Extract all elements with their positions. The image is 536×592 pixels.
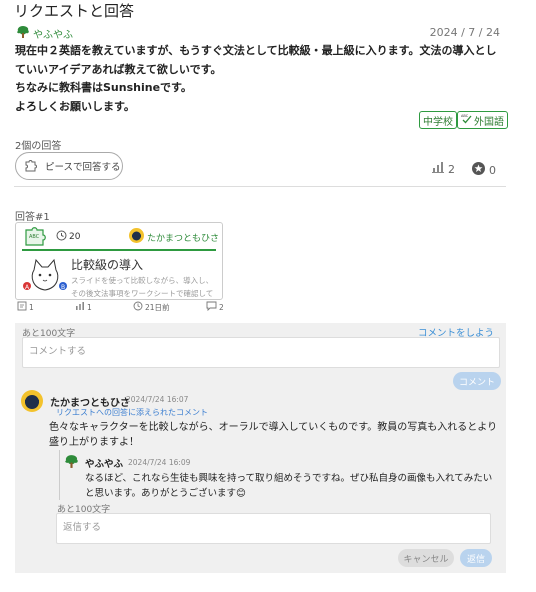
card-title: 比較級の導入 [71, 258, 144, 272]
request-author-name: やふやふ [33, 30, 73, 41]
card-description: スライドを使って比較しながら、導入し、その後文法事項をワークシートで確認していき… [71, 276, 214, 298]
card-stat-comments: 1 [17, 301, 34, 313]
request-body: 現在中２英語を教えていますが、もうすぐ文法として比較級・最上級に入ります。文法の… [15, 42, 505, 116]
card-stat-replies: 2 [206, 301, 224, 313]
request-line: 現在中２英語を教えていますが、もうすぐ文法として比較級・最上級に入ります。文法の… [15, 44, 497, 76]
comment-date: 2024/7/24 16:07 [126, 395, 189, 404]
reply-input[interactable]: 返信する [56, 513, 491, 544]
chat-icon [206, 301, 217, 313]
card-stat-time: 21日前 [133, 301, 170, 313]
answer-label: 回答#1 [15, 212, 50, 223]
comment-body: 色々なキャラクターを比較しながら、オーラルで導入していくものです。教員の写真も入… [49, 422, 498, 448]
timer-value: 20 [69, 232, 81, 242]
tag-foreign-language[interactable]: ABC 外国語 [457, 111, 508, 129]
card-author[interactable]: たかまつともひさ [129, 228, 219, 246]
cancel-button[interactable]: キャンセル [398, 549, 454, 567]
svg-text:ABC: ABC [29, 234, 40, 240]
stat-value: 1 [29, 302, 34, 312]
stat-count: 2 [448, 162, 455, 176]
svg-text:B: B [61, 284, 65, 291]
star-count: 0 [489, 163, 496, 177]
stat-value: 21日前 [145, 302, 170, 312]
bar-chart-icon [432, 162, 444, 176]
abc-check-icon: ABC [461, 113, 472, 127]
puzzle-icon [24, 158, 40, 175]
timer: 20 [56, 230, 80, 244]
tag-label: 外国語 [474, 116, 504, 128]
answer-with-piece-button[interactable]: ピースで回答する [15, 152, 123, 180]
comment-submit-button[interactable]: コメント [453, 372, 501, 390]
document-icon [17, 301, 27, 313]
tree-avatar-icon[interactable] [64, 454, 79, 473]
stat-value: 1 [87, 302, 92, 312]
request-author[interactable]: やふやふ [16, 24, 73, 43]
request-date: 2024 / 7 / 24 [429, 26, 500, 39]
cat-illustration-icon: A B [22, 256, 68, 302]
reply-body: なるほど、これなら生徒も興味を持って取り組めそうですね。ぜひ私自身の画像も入れて… [85, 473, 493, 499]
tree-avatar-icon [16, 24, 30, 43]
divider [22, 249, 216, 251]
abc-puzzle-icon: ABC [24, 226, 46, 250]
stat-value: 2 [219, 302, 224, 312]
reply-author[interactable]: やふやふ [85, 456, 123, 470]
bar-chart-icon [75, 301, 85, 313]
card-stat-views: 1 [75, 301, 92, 313]
page-title: リクエストと回答 [14, 2, 135, 20]
history-icon [133, 301, 143, 313]
piece-button-label: ピースで回答する [45, 162, 121, 173]
request-line: ちなみに教科書はSunshineです。 [15, 81, 192, 94]
comments-panel: あと100文字 コメントをしよう コメントする コメント たかまつともひさ 20… [15, 323, 506, 573]
avatar[interactable] [21, 390, 43, 416]
reply-submit-button[interactable]: 返信 [460, 549, 492, 567]
comment-input[interactable]: コメントする [22, 337, 500, 368]
clock-icon [56, 230, 67, 244]
card-author-name: たかまつともひさ [147, 233, 220, 244]
reply-date: 2024/7/24 16:09 [128, 458, 191, 467]
star-icon [472, 162, 485, 178]
comment-note: リクエストへの回答に添えられたコメント [56, 408, 208, 417]
avatar [129, 228, 144, 246]
tag-junior-high[interactable]: 中学校 [419, 111, 457, 129]
svg-text:ABC: ABC [461, 114, 469, 118]
answer-stat: 2 [432, 162, 455, 176]
reply-thread-line [59, 450, 60, 500]
answer-count: 2個の回答 [15, 141, 62, 152]
star-stat[interactable]: 0 [472, 162, 496, 178]
answer-card[interactable]: ABC 20 たかまつともひさ A B 比較級の導入 スライドを使って比較しなが… [15, 222, 223, 300]
divider [14, 186, 506, 187]
